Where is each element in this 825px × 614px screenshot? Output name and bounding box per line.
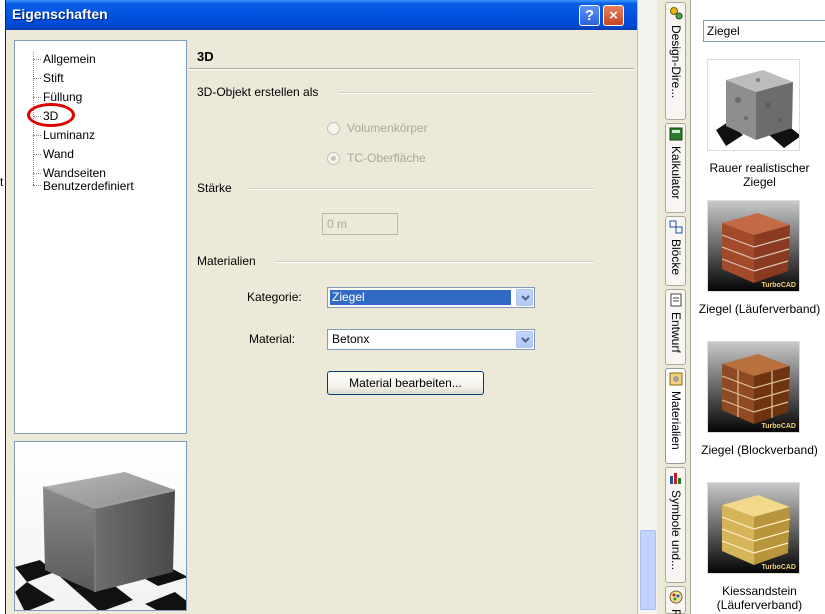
chevron-down-icon[interactable]: [516, 289, 533, 306]
tree-item-stift[interactable]: Stift: [43, 71, 64, 86]
tree-branch: [33, 154, 41, 155]
tab-more[interactable]: F: [665, 586, 686, 614]
tab-label: Blöcke: [669, 239, 683, 276]
group-materials-label: Materialien: [197, 254, 256, 268]
tab-design-director[interactable]: Design-Dire...: [665, 2, 686, 120]
close-button[interactable]: ×: [603, 5, 624, 26]
calculator-icon: [669, 127, 683, 141]
screen: t Eigenschaften ? × Allgemein Stift Füll…: [0, 0, 825, 614]
material-thumb[interactable]: TurboCAD: [707, 341, 800, 433]
sand-lime-brick-image: [708, 483, 799, 573]
material-thumb[interactable]: TurboCAD: [707, 200, 800, 292]
tab-label: Materialien: [669, 391, 683, 450]
symbols-icon: [670, 473, 681, 484]
radio-solid[interactable]: [327, 122, 340, 135]
material-select[interactable]: Betonx: [327, 329, 535, 350]
tab-draft[interactable]: Entwurf: [665, 289, 686, 365]
category-select[interactable]: Ziegel: [327, 287, 535, 308]
tab-materials[interactable]: Materialien: [665, 368, 686, 464]
side-tab-strip: Design-Dire... Kalkulator Blöcke Entwurf…: [663, 0, 687, 614]
category-value: Ziegel: [330, 290, 511, 305]
tree-branch: [33, 135, 41, 136]
palette-icon: [669, 590, 683, 604]
thickness-field[interactable]: 0 m: [322, 213, 398, 235]
tab-calculator[interactable]: Kalkulator: [665, 123, 686, 213]
rough-brick-image: [708, 60, 799, 150]
tree-item-allgemein[interactable]: Allgemein: [43, 52, 96, 67]
tab-label: Entwurf: [669, 312, 683, 353]
tree-item-wand[interactable]: Wand: [43, 147, 74, 162]
material-thumb[interactable]: TurboCAD: [707, 482, 800, 574]
tree-item-benutzerdefiniert[interactable]: Benutzerdefiniert: [43, 179, 134, 194]
blocks-icon: [669, 220, 683, 234]
turbocad-badge: TurboCAD: [761, 423, 796, 430]
scrollbar-thumb[interactable]: [640, 530, 656, 610]
pane-title: 3D: [197, 49, 214, 64]
material-preview: [14, 441, 187, 611]
material-label-1: Rauer realistischer Ziegel: [709, 161, 810, 189]
radio-solid-label: Volumenkörper: [347, 121, 428, 135]
tab-blocks[interactable]: Blöcke: [665, 216, 686, 286]
brick-running-bond-image: [708, 201, 799, 291]
material-label-2: Ziegel (Läuferverband): [698, 302, 821, 316]
material-thumb[interactable]: [707, 59, 800, 151]
preview-cube-image: [15, 442, 186, 610]
material-value: Betonx: [332, 332, 370, 346]
tree-branch: [33, 59, 41, 60]
tab-label: Symbole und...: [669, 490, 683, 571]
group-thickness-label: Stärke: [197, 181, 232, 195]
turbocad-badge: TurboCAD: [761, 282, 796, 289]
group-divider: [249, 188, 594, 190]
properties-dialog: Eigenschaften ? × Allgemein Stift Füllun…: [5, 0, 638, 614]
edit-material-button[interactable]: Material bearbeiten...: [327, 371, 484, 395]
material-label-3: Ziegel (Blockverband): [701, 443, 818, 457]
radio-surface-label: TC-Oberfläche: [347, 151, 426, 165]
annotation-oval: [27, 103, 75, 127]
materials-icon: [669, 372, 683, 386]
pane-divider: [189, 68, 634, 70]
materials-library: Ziegel Rauer realistischer Ziegel TurboC…: [690, 0, 825, 614]
material-label: Material:: [249, 332, 296, 346]
chevron-down-icon[interactable]: [516, 331, 533, 348]
tree-branch: [33, 97, 41, 98]
brick-block-bond-image: [708, 342, 799, 432]
material-search-input[interactable]: Ziegel: [703, 20, 825, 42]
help-button[interactable]: ?: [579, 5, 600, 26]
tab-symbols[interactable]: Symbole und...: [665, 467, 686, 583]
tab-label: Design-Dire...: [669, 25, 683, 99]
group-divider: [275, 261, 594, 263]
category-label: Kategorie:: [247, 290, 302, 304]
settings-pane: 3D 3D-Objekt erstellen als Volumenkörper…: [189, 40, 634, 614]
tab-label: Kalkulator: [669, 146, 683, 200]
dialog-title: Eigenschaften: [12, 6, 108, 22]
draft-icon: [670, 293, 682, 307]
tab-label: F: [669, 609, 683, 614]
group-create-label: 3D-Objekt erstellen als: [197, 85, 319, 99]
tree-item-luminanz[interactable]: Luminanz: [43, 128, 95, 143]
dialog-titlebar[interactable]: Eigenschaften ? ×: [6, 0, 638, 30]
side-panel: Design-Dire... Kalkulator Blöcke Entwurf…: [637, 0, 825, 614]
turbocad-badge: TurboCAD: [761, 564, 796, 571]
side-scrollbar[interactable]: [637, 0, 657, 614]
tree-branch: [33, 185, 41, 186]
tree-branch: [33, 173, 41, 174]
category-tree: Allgemein Stift Füllung 3D Luminanz Wand…: [14, 40, 187, 434]
gears-icon: [670, 7, 683, 20]
material-label-4: Kiessandstein (Läuferverband): [716, 584, 803, 612]
group-divider: [339, 92, 594, 94]
radio-surface[interactable]: [327, 152, 340, 165]
tree-branch: [33, 78, 41, 79]
